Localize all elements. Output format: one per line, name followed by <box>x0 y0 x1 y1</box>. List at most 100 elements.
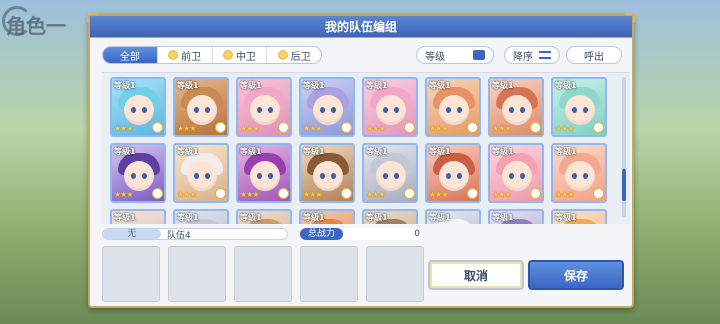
rank-up-icon <box>530 188 541 199</box>
tab-front[interactable]: 前卫 <box>158 47 213 63</box>
character-card[interactable]: 等级1 ★★★ <box>362 143 418 203</box>
character-card[interactable]: 等级1 <box>362 209 418 224</box>
character-portrait <box>502 161 532 191</box>
character-card[interactable]: 等级1 <box>551 209 607 224</box>
team-slot[interactable] <box>234 246 292 302</box>
character-portrait <box>376 161 406 191</box>
character-card[interactable]: 等级1 <box>299 209 355 224</box>
character-card[interactable]: 等级1 ★★★ <box>110 77 166 137</box>
position-icon <box>168 50 179 60</box>
character-level: 等级1 <box>303 213 325 222</box>
character-card[interactable]: 等级1 ★★★ <box>299 143 355 203</box>
character-level: 等级1 <box>240 147 262 156</box>
rank-up-icon <box>404 188 415 199</box>
rank-up-icon <box>215 188 226 199</box>
sort-order-icon <box>539 51 551 59</box>
tab-all[interactable]: 全部 <box>103 47 158 63</box>
character-portrait <box>187 95 217 125</box>
character-card[interactable]: 等级1 ★★★ <box>110 143 166 203</box>
character-level: 等级1 <box>177 147 199 156</box>
call-out-button[interactable]: 呼出 <box>566 46 622 64</box>
character-level: 等级1 <box>366 213 388 222</box>
rank-up-icon <box>152 122 163 133</box>
character-card[interactable]: 等级1 ★★★ <box>299 77 355 137</box>
character-card[interactable]: 等级1 ★★★ <box>425 77 481 137</box>
star-rating: ★★★ <box>177 124 196 133</box>
character-level: 等级1 <box>555 81 577 90</box>
character-card[interactable]: 等级1 ★★★ <box>551 143 607 203</box>
character-card[interactable]: 等级1 ★★★ <box>173 143 229 203</box>
team-slot[interactable] <box>102 246 160 302</box>
character-portrait <box>439 95 469 125</box>
star-rating: ★★★ <box>555 190 574 199</box>
tab-middle[interactable]: 中卫 <box>213 47 268 63</box>
tab-label: 后卫 <box>290 51 311 63</box>
rank-up-icon <box>593 188 604 199</box>
character-card[interactable]: 等级1 ★★★ <box>236 143 292 203</box>
cancel-button[interactable]: 取消 <box>428 260 524 290</box>
rank-up-icon <box>593 122 604 133</box>
total-power: 总战力 0 <box>300 228 424 240</box>
save-button[interactable]: 保存 <box>528 260 624 290</box>
scrollbar-thumb[interactable] <box>622 169 626 201</box>
character-level: 等级1 <box>555 147 577 156</box>
character-card[interactable]: 等级1 ★★★ <box>488 77 544 137</box>
character-level: 等级1 <box>429 81 451 90</box>
character-level: 等级1 <box>114 147 136 156</box>
team-slot[interactable] <box>168 246 226 302</box>
character-level: 等级1 <box>177 81 199 90</box>
character-card[interactable]: 等级1 ★★★ <box>488 143 544 203</box>
team-slot[interactable] <box>300 246 358 302</box>
total-power-label: 总战力 <box>300 228 344 240</box>
character-portrait <box>313 95 343 125</box>
character-card[interactable]: 等级1 <box>110 209 166 224</box>
character-level: 等级1 <box>114 81 136 90</box>
tab-back[interactable]: 后卫 <box>267 47 321 63</box>
background-title: 角色一 <box>6 14 66 38</box>
star-rating: ★★★ <box>555 124 574 133</box>
character-card[interactable]: 等级1 <box>488 209 544 224</box>
tab-label: 中卫 <box>235 51 256 63</box>
star-rating: ★★★ <box>240 190 259 199</box>
character-portrait <box>565 95 595 125</box>
character-card[interactable]: 等级1 <box>425 209 481 224</box>
character-card[interactable]: 等级1 <box>236 209 292 224</box>
character-level: 等级1 <box>492 81 514 90</box>
star-rating: ★★★ <box>366 124 385 133</box>
star-rating: ★★★ <box>492 190 511 199</box>
character-card[interactable]: 等级1 ★★★ <box>236 77 292 137</box>
character-card[interactable]: 等级1 ★★★ <box>425 143 481 203</box>
rank-up-icon <box>341 188 352 199</box>
character-card[interactable]: 等级1 ★★★ <box>362 77 418 137</box>
character-level: 等级1 <box>429 147 451 156</box>
sort-by-level-button[interactable]: 等级 <box>416 46 494 64</box>
character-portrait <box>502 95 532 125</box>
tab-label: 前卫 <box>181 51 202 63</box>
rank-up-icon <box>278 188 289 199</box>
character-level: 等级1 <box>429 213 451 222</box>
sort-order-button[interactable]: 降序 <box>504 46 560 64</box>
team-number: 无 <box>103 229 161 239</box>
character-card[interactable]: 等级1 ★★★ <box>173 77 229 137</box>
character-card[interactable]: 等级1 ★★★ <box>551 77 607 137</box>
sort-key-icon <box>473 50 485 60</box>
rank-up-icon <box>278 122 289 133</box>
character-card[interactable]: 等级1 <box>173 209 229 224</box>
rank-up-icon <box>467 188 478 199</box>
rank-up-icon <box>530 122 541 133</box>
character-level: 等级1 <box>366 81 388 90</box>
character-level: 等级1 <box>114 213 136 222</box>
rank-up-icon <box>341 122 352 133</box>
team-slot[interactable] <box>366 246 424 302</box>
rank-up-icon <box>152 188 163 199</box>
character-level: 等级1 <box>240 81 262 90</box>
character-portrait <box>124 161 154 191</box>
star-rating: ★★★ <box>240 124 259 133</box>
character-portrait <box>313 161 343 191</box>
rank-up-icon <box>404 122 415 133</box>
character-list: 等级1 ★★★ 等级1 ★★★ 等级1 ★★★ 等级1 ★★★ 等级1 ★★★ 等级1 ★★★ 等级1 ★… <box>102 72 630 224</box>
team-slots <box>102 246 424 302</box>
character-level: 等级1 <box>240 213 262 222</box>
character-level: 等级1 <box>555 213 577 222</box>
star-rating: ★★★ <box>303 124 322 133</box>
